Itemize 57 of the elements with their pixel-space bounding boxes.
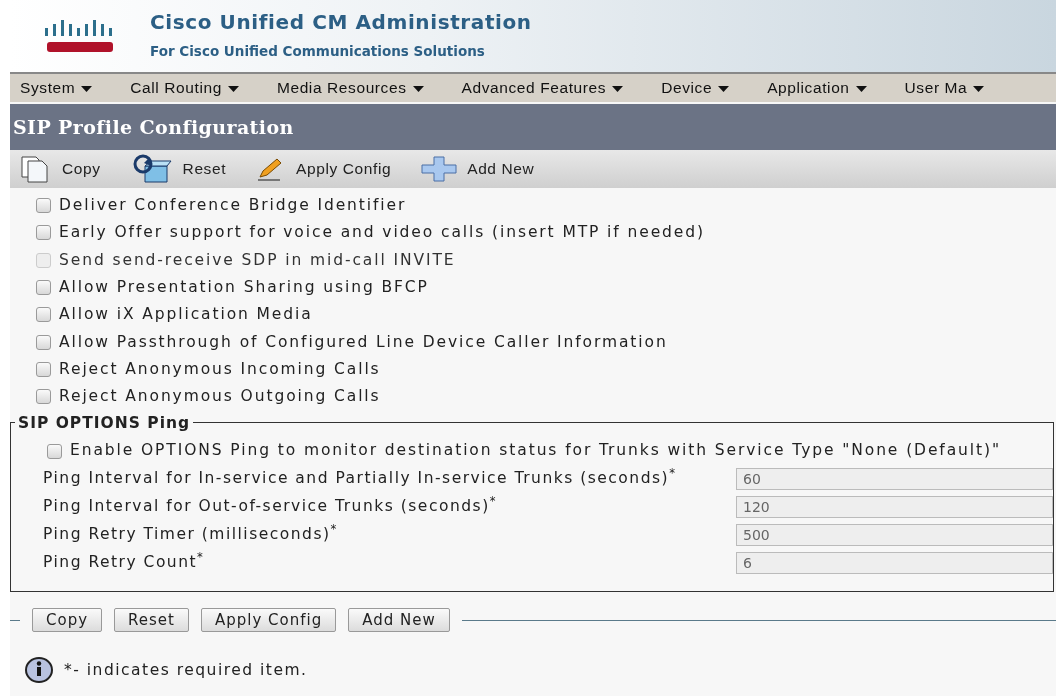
checkbox[interactable]	[36, 198, 51, 214]
required-note: *- indicates required item.	[64, 659, 308, 681]
caret-icon	[227, 86, 239, 93]
checkbox-label: Enable OPTIONS Ping to monitor destination status for Trunks with Service Type "None (Default)"	[70, 440, 1001, 462]
checkbox-label: Reject Anonymous Outgoing Calls	[59, 386, 381, 408]
menu-item[interactable]: Device	[651, 76, 730, 100]
plus-icon	[421, 156, 458, 182]
checkbox-label: Allow iX Application Media	[59, 304, 313, 326]
caret-icon	[855, 86, 867, 93]
checkbox-label: Send send-receive SDP in mid-call INVITE	[59, 249, 456, 271]
app-subtitle: For Cisco Unified Communications Solutions	[150, 41, 486, 61]
caret-icon	[612, 86, 624, 93]
button-label: Add New	[467, 159, 535, 180]
checkbox[interactable]	[36, 307, 51, 323]
input-field[interactable]: 60	[736, 467, 1053, 490]
menu-item[interactable]: Application	[757, 76, 867, 100]
checkbox[interactable]	[47, 443, 62, 459]
field-label: Ping Retry Timer (milliseconds)$^{*}$	[43, 523, 339, 546]
checkbox[interactable]	[36, 334, 51, 350]
info-icon	[24, 656, 54, 685]
checkbox[interactable]	[36, 280, 51, 296]
field-label: Ping Retry Count$^{*}$	[43, 551, 206, 574]
field-label: Ping Interval for Out-of-service Trunks (seconds)$^{*}$	[43, 495, 498, 518]
action-button[interactable]: Add New	[348, 608, 450, 633]
toolbar-button[interactable]: Apply Config	[256, 157, 392, 181]
button-label: Copy	[62, 159, 101, 180]
checkbox-label: Allow Presentation Sharing using BFCP	[59, 276, 429, 298]
menu-item[interactable]: Advanced Features	[451, 76, 624, 100]
checkbox[interactable]	[36, 225, 51, 241]
menu-item[interactable]: System	[10, 76, 93, 100]
button-label: Apply Config	[296, 159, 392, 180]
action-button[interactable]: Reset	[114, 608, 189, 633]
toolbar-button[interactable]: Add New	[421, 156, 535, 182]
action-button[interactable]: Copy	[32, 608, 103, 633]
toolbar-button[interactable]: Reset	[130, 154, 227, 184]
menu-item[interactable]: Call Routing	[120, 76, 239, 100]
checkbox-label: Reject Anonymous Incoming Calls	[59, 358, 381, 380]
button-label: Reset	[182, 159, 227, 180]
checkbox-label: Deliver Conference Bridge Identifier	[59, 195, 407, 216]
field-label: Ping Interval for In-service and Partially In-service Trunks (seconds)$^{*}$	[43, 467, 678, 490]
caret-icon	[81, 86, 93, 93]
input-field[interactable]: 500	[736, 523, 1053, 546]
checkbox-label: Allow Passthrough of Configured Line Device Caller Information	[59, 331, 668, 353]
page-title: SIP Profile Configuration	[10, 104, 1056, 150]
input-field[interactable]: 6	[736, 551, 1053, 574]
checkbox[interactable]	[36, 361, 51, 377]
caret-icon	[718, 86, 730, 93]
caret-icon	[412, 86, 424, 93]
checkbox-label: Early Offer support for voice and video calls (insert MTP if needed)	[59, 222, 705, 244]
menu-item[interactable]: User Ma	[894, 76, 985, 100]
caret-icon	[973, 86, 985, 93]
menu-item[interactable]: Media Resources	[266, 76, 424, 100]
app-title: Cisco Unified CM Administration	[150, 10, 532, 33]
toolbar-button[interactable]: Copy	[20, 155, 101, 183]
input-field[interactable]: 120	[736, 495, 1053, 518]
checkbox[interactable]	[36, 389, 51, 405]
action-button[interactable]: Apply Config	[200, 608, 337, 633]
